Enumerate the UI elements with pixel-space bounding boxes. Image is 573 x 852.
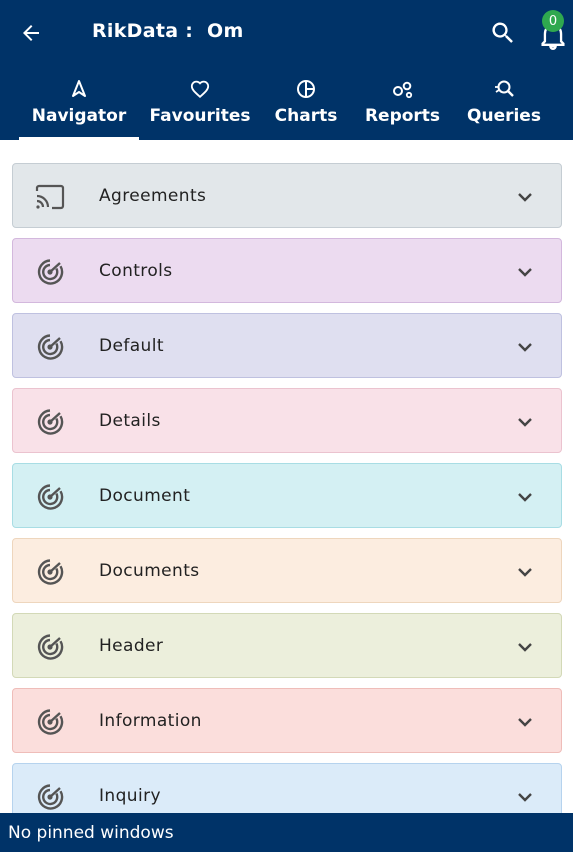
tab-label: Favourites — [149, 106, 251, 126]
radar-icon — [35, 482, 65, 512]
section-agreements[interactable]: Agreements — [12, 163, 562, 228]
radar-icon — [35, 332, 65, 362]
section-information[interactable]: Information — [12, 688, 562, 753]
section-details[interactable]: Details — [12, 388, 562, 453]
section-label: Agreements — [99, 185, 207, 206]
notification-count-badge: 0 — [542, 10, 564, 32]
section-label: Information — [99, 710, 202, 731]
chevron-down-icon[interactable] — [515, 563, 535, 581]
section-label: Inquiry — [99, 785, 161, 806]
tab-label: Navigator — [31, 106, 127, 126]
notifications-button[interactable]: 0 — [537, 10, 569, 50]
page-title: RikData : Om — [92, 20, 244, 42]
navigator-section-list: Agreements Controls Default Details Docu… — [0, 140, 573, 813]
pinned-windows-status: No pinned windows — [8, 823, 174, 843]
section-header[interactable]: Header — [12, 613, 562, 678]
radar-icon — [35, 782, 65, 812]
chevron-down-icon[interactable] — [515, 413, 535, 431]
section-label: Controls — [99, 260, 173, 281]
section-controls[interactable]: Controls — [12, 238, 562, 303]
pinned-windows-bar: No pinned windows — [0, 813, 573, 852]
arrow-left-icon — [23, 25, 39, 41]
radar-icon — [35, 557, 65, 587]
tab-queries[interactable]: Queries — [466, 72, 542, 140]
section-documents[interactable]: Documents — [12, 538, 562, 603]
chevron-down-icon[interactable] — [515, 338, 535, 356]
section-label: Document — [99, 485, 191, 506]
radar-icon — [35, 257, 65, 287]
radar-icon — [35, 632, 65, 662]
pie-chart-icon — [296, 78, 316, 100]
back-button[interactable] — [16, 18, 46, 48]
tab-navigator[interactable]: Navigator — [19, 72, 139, 140]
tab-reports[interactable]: Reports — [365, 72, 440, 140]
radar-icon — [35, 407, 65, 437]
search-icon — [492, 22, 513, 43]
section-label: Documents — [99, 560, 200, 581]
chevron-down-icon[interactable] — [515, 638, 535, 656]
chevron-down-icon[interactable] — [515, 488, 535, 506]
navigation-icon — [71, 78, 87, 100]
section-label: Details — [99, 410, 161, 431]
section-inquiry[interactable]: Inquiry — [12, 763, 562, 813]
tab-bar: Navigator Favourites Charts Reports Quer… — [0, 72, 573, 140]
top-app-bar: RikData : Om 0 Navigator Favourites Char… — [0, 0, 573, 140]
section-label: Default — [99, 335, 164, 356]
reports-icon — [392, 78, 414, 100]
tab-label: Charts — [274, 106, 338, 126]
chevron-down-icon[interactable] — [515, 188, 535, 206]
search-button[interactable] — [487, 17, 519, 49]
tab-label: Reports — [364, 106, 441, 126]
chevron-down-icon[interactable] — [515, 263, 535, 281]
section-default[interactable]: Default — [12, 313, 562, 378]
chevron-down-icon[interactable] — [515, 788, 535, 806]
radar-icon — [35, 707, 65, 737]
tab-label: Queries — [467, 106, 541, 126]
tab-favourites[interactable]: Favourites — [150, 72, 250, 140]
section-document[interactable]: Document — [12, 463, 562, 528]
tab-charts[interactable]: Charts — [271, 72, 341, 140]
cast-icon — [35, 182, 65, 212]
chevron-down-icon[interactable] — [515, 713, 535, 731]
section-label: Header — [99, 635, 164, 656]
heart-icon — [190, 78, 210, 100]
query-icon — [493, 78, 515, 100]
